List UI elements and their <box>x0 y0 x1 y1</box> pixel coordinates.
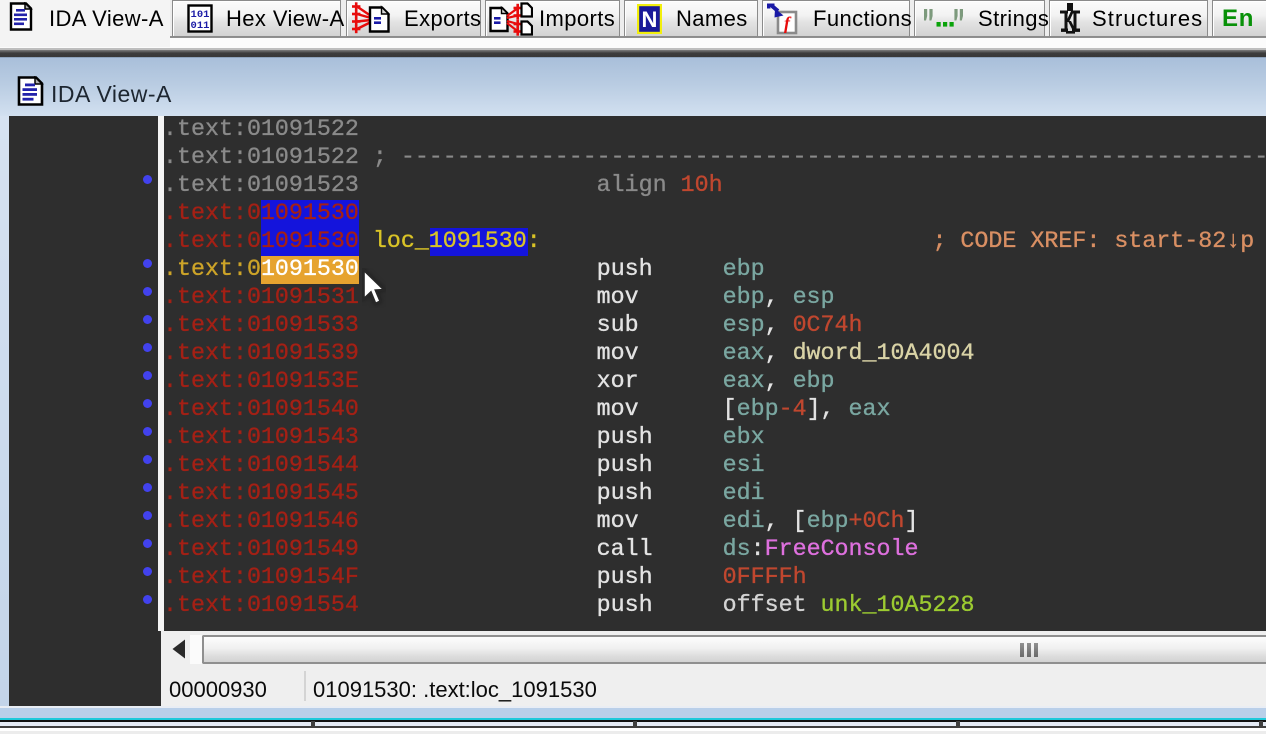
svg-text:011: 011 <box>191 20 210 32</box>
svg-text:N: N <box>642 7 658 32</box>
